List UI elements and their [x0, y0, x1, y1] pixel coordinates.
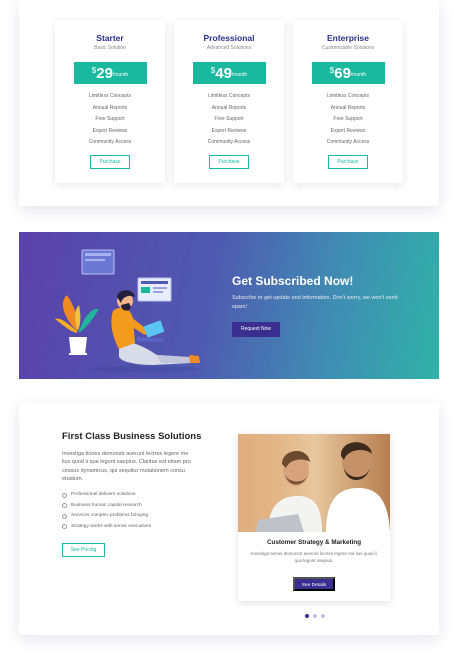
feature-item: Expert Reviews [211, 127, 247, 134]
request-now-button[interactable]: Request Now [232, 322, 280, 337]
feature-item: Community Access [88, 139, 132, 145]
check-circle-icon [62, 492, 67, 498]
price-amount: 49 [215, 64, 232, 82]
purchase-button[interactable]: Purchase [209, 154, 249, 169]
carousel-dots [305, 614, 325, 618]
plan-subtitle: Basic Solution [94, 45, 126, 51]
plan-subtitle: Customizable Solutions [321, 45, 375, 51]
feature-list: Limitless Concepts Annual Reports Free S… [293, 91, 403, 149]
check-circle-icon [62, 524, 67, 530]
price-amount: 69 [334, 64, 351, 82]
price-box: $ 69 /month [311, 62, 385, 84]
plan-name: Enterprise [326, 33, 370, 43]
feature-item: Expert Reviews [330, 127, 366, 134]
feature-item: Limitless Concepts [327, 93, 369, 99]
checklist-item: Services complex problems bringing [62, 511, 151, 522]
feature-item: Annual Reports [330, 104, 366, 111]
checklist-label: Business human capital research [71, 502, 142, 508]
price-period: /month [350, 72, 367, 78]
subscribe-banner: Get Subscribed Now! Subscribe to get upd… [19, 232, 439, 379]
feature-item: Limitless Concepts [208, 93, 250, 99]
checklist-item: Strategy works with senior executives [62, 522, 151, 533]
carousel-dot-1[interactable] [305, 614, 309, 618]
section-title: First Class Business Solutions [62, 431, 202, 442]
feature-item: Expert Reviews [92, 127, 128, 134]
feature-item: Limitless Concepts [89, 93, 131, 99]
checklist-label: Professional delivers solutions [71, 492, 136, 497]
card-title: Customer Strategy & Marketing [266, 539, 362, 546]
price-amount: 29 [96, 64, 113, 82]
carousel-dot-3[interactable] [321, 614, 325, 618]
price-period: /month [112, 72, 129, 78]
subscribe-description: Subscribe to get update and information.… [232, 295, 398, 310]
price-box: $ 49 /month [192, 62, 266, 84]
see-pricing-button[interactable]: See Pricing [62, 543, 105, 557]
feature-checklist: Professional delivers solutions Business… [62, 490, 151, 532]
see-details-button[interactable]: See Details [293, 577, 335, 591]
feature-item: Annual Reports [211, 104, 247, 111]
price-period: /month [231, 72, 248, 78]
check-circle-icon [62, 513, 67, 519]
pricing-card-enterprise: Enterprise Customizable Solutions $ 69 /… [293, 20, 403, 183]
business-meeting-photo [238, 434, 390, 532]
plan-subtitle: Advanced Solutions [206, 45, 252, 51]
carousel-dot-2[interactable] [313, 614, 317, 618]
feature-item: Community Access [326, 139, 370, 145]
plan-name: Starter [96, 33, 124, 43]
checklist-item: Business human capital research [62, 501, 151, 512]
feature-item: Annual Reports [92, 104, 128, 111]
feature-list: Limitless Concepts Annual Reports Free S… [174, 91, 284, 149]
illustration-person-laptop-icon [55, 249, 200, 372]
pricing-card-starter: Starter Basic Solution $ 29 /month Limit… [55, 20, 165, 183]
service-card: Customer Strategy & Marketing Investiga … [238, 434, 390, 601]
checklist-label: Services complex problems bringing [71, 513, 149, 518]
feature-item: Free Support [214, 116, 244, 122]
purchase-button[interactable]: Purchase [90, 154, 130, 169]
feature-list: Limitless Concepts Annual Reports Free S… [55, 91, 165, 149]
feature-item: Free Support [333, 116, 363, 122]
plan-name: Professional [203, 33, 255, 43]
purchase-button[interactable]: Purchase [328, 154, 368, 169]
card-description: Investiga tiones demonstr averunt lectre… [251, 551, 377, 563]
check-circle-icon [62, 503, 67, 509]
pricing-section: Starter Basic Solution $ 29 /month Limit… [19, 0, 439, 206]
checklist-label: Strategy works with senior executives [71, 523, 151, 529]
subscribe-title: Get Subscribed Now! [232, 274, 354, 288]
feature-item: Free Support [95, 116, 125, 122]
pricing-card-professional: Professional Advanced Solutions $ 49 /mo… [174, 20, 284, 183]
business-solutions-section: First Class Business Solutions Investiga… [19, 403, 439, 635]
checklist-item: Professional delivers solutions [62, 490, 151, 501]
section-description: Investiga tiones demonstr averunt lectre… [62, 451, 191, 482]
price-box: $ 29 /month [73, 62, 147, 84]
feature-item: Community Access [207, 139, 251, 145]
